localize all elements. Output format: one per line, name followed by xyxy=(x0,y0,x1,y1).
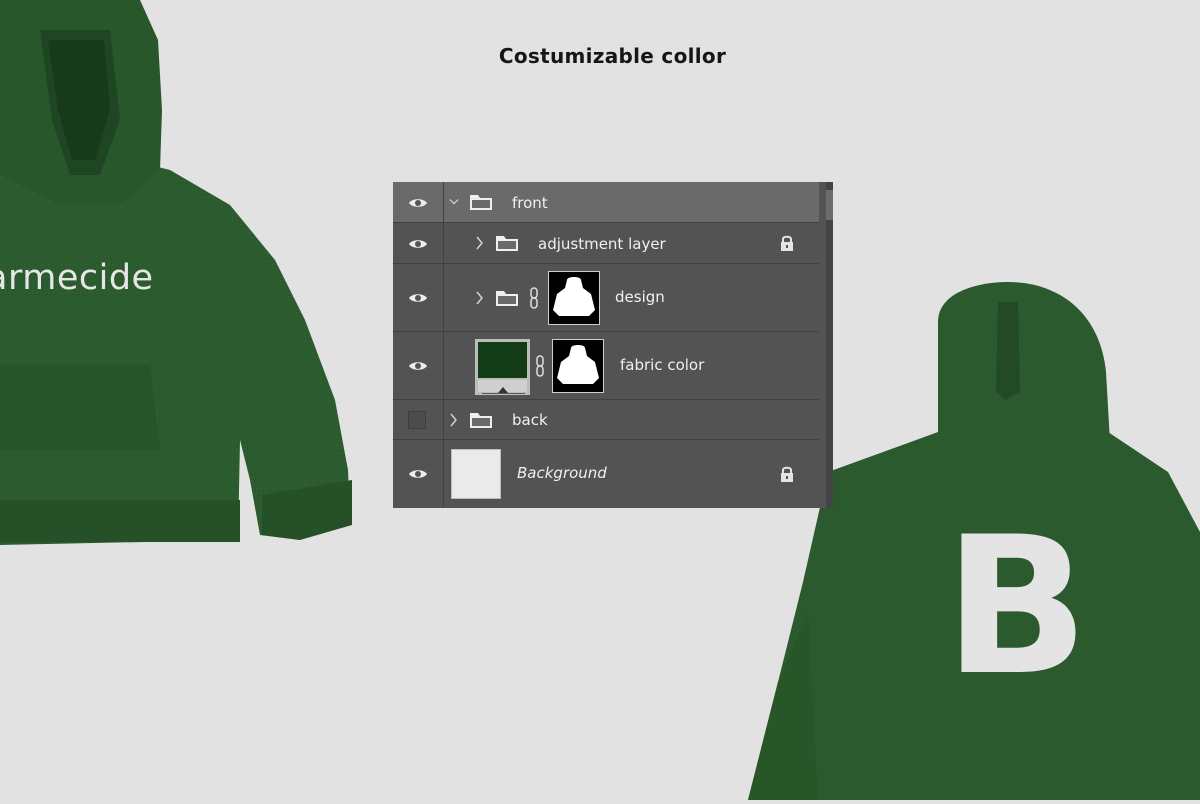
layer-row-design[interactable]: design xyxy=(393,264,819,332)
layer-row-back[interactable]: back xyxy=(393,400,819,440)
layers-panel: front adjustment layer design fabric col… xyxy=(393,182,833,508)
layer-row-fabric-color[interactable]: fabric color xyxy=(393,332,819,400)
fill-indicator-bar xyxy=(478,380,527,394)
folder-icon xyxy=(496,236,518,251)
hoodie-silhouette-icon xyxy=(557,345,599,384)
layer-name: Background xyxy=(517,464,607,482)
folder-icon xyxy=(496,291,518,306)
fabric-color-swatch xyxy=(478,342,527,378)
layer-mask-thumbnail[interactable] xyxy=(552,339,604,393)
chevron-right-icon[interactable] xyxy=(475,291,485,305)
visibility-eye-icon[interactable] xyxy=(408,238,428,250)
visibility-eye-icon[interactable] xyxy=(408,292,428,304)
layers-scrollbar-track[interactable] xyxy=(826,182,833,508)
visibility-eye-icon[interactable] xyxy=(408,468,428,480)
layer-mask-thumbnail[interactable] xyxy=(548,271,600,325)
layer-name: front xyxy=(512,194,548,212)
back-print-text: B xyxy=(944,496,1089,717)
layer-name: back xyxy=(512,411,548,429)
folder-icon xyxy=(470,195,492,210)
layer-row-adjustment-layer[interactable]: adjustment layer xyxy=(393,223,819,264)
chain-link-icon[interactable] xyxy=(535,355,545,377)
lock-icon xyxy=(781,235,793,251)
lock-icon xyxy=(781,466,793,482)
chevron-right-icon[interactable] xyxy=(475,236,485,250)
chevron-down-icon[interactable] xyxy=(449,195,459,209)
front-hoodie-image: armecide xyxy=(0,0,360,545)
layer-name: design xyxy=(615,288,665,306)
layers-scrollbar-thumb[interactable] xyxy=(826,190,833,220)
layer-name: fabric color xyxy=(620,356,705,374)
layer-row-front[interactable]: front xyxy=(393,182,819,223)
visibility-eye-icon[interactable] xyxy=(408,360,428,372)
chevron-right-icon[interactable] xyxy=(449,413,459,427)
hoodie-silhouette-icon xyxy=(553,277,595,316)
chain-link-icon[interactable] xyxy=(529,287,539,309)
visibility-eye-icon[interactable] xyxy=(408,197,428,209)
visibility-toggle-empty[interactable] xyxy=(408,411,426,429)
triangle-indicator-icon xyxy=(482,387,525,394)
layer-row-background[interactable]: Background xyxy=(393,440,819,508)
front-print-text: armecide xyxy=(0,258,154,298)
background-thumbnail[interactable] xyxy=(451,449,501,499)
fill-color-thumbnail[interactable] xyxy=(475,339,530,395)
layer-name: adjustment layer xyxy=(538,235,666,253)
folder-icon xyxy=(470,413,492,428)
